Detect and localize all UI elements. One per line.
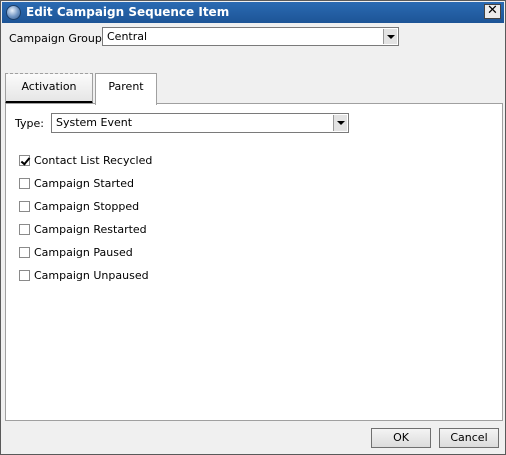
type-label: Type: (15, 117, 44, 130)
tab-activation[interactable]: Activation (5, 73, 93, 104)
campaign-group-label: Campaign Group: (9, 32, 106, 45)
checkbox-campaign-paused[interactable]: Campaign Paused (19, 244, 133, 260)
title-bar[interactable]: Edit Campaign Sequence Item ✕ (2, 2, 504, 23)
checkbox-label: Campaign Paused (34, 245, 133, 259)
type-value: System Event (56, 116, 133, 129)
chevron-down-icon[interactable] (333, 115, 347, 131)
chevron-down-icon[interactable] (383, 29, 397, 44)
checkbox-label: Campaign Unpaused (34, 268, 149, 282)
tab-panel-parent (5, 103, 503, 421)
checkbox-icon[interactable] (19, 154, 30, 166)
close-button[interactable]: ✕ (484, 4, 501, 19)
type-select[interactable]: System Event (51, 113, 349, 133)
campaign-group-select[interactable]: Central (102, 27, 399, 46)
ok-button[interactable]: OK (371, 428, 431, 448)
checkbox-label: Campaign Stopped (34, 199, 140, 213)
checkbox-icon[interactable] (19, 177, 30, 189)
checkbox-label: Campaign Restarted (34, 222, 147, 236)
tab-parent-label: Parent (108, 80, 144, 93)
checkbox-icon[interactable] (19, 200, 30, 212)
campaign-group-value: Central (107, 30, 148, 43)
checkbox-campaign-restarted[interactable]: Campaign Restarted (19, 221, 147, 237)
dialog-window: Edit Campaign Sequence Item ✕ Campaign G… (0, 0, 506, 455)
cancel-button[interactable]: Cancel (439, 428, 499, 448)
dialog-title: Edit Campaign Sequence Item (26, 5, 230, 19)
checkbox-label: Contact List Recycled (34, 153, 153, 167)
globe-icon (6, 5, 21, 20)
tab-parent[interactable]: Parent (95, 73, 157, 105)
checkbox-contact-list-recycled[interactable]: Contact List Recycled (19, 152, 152, 168)
tab-activation-label: Activation (21, 80, 77, 93)
checkbox-icon[interactable] (19, 223, 30, 235)
checkbox-campaign-started[interactable]: Campaign Started (19, 175, 134, 191)
checkbox-icon[interactable] (19, 246, 30, 258)
checkbox-label: Campaign Started (34, 176, 134, 190)
checkbox-icon[interactable] (19, 269, 30, 281)
checkbox-campaign-stopped[interactable]: Campaign Stopped (19, 198, 139, 214)
checkbox-campaign-unpaused[interactable]: Campaign Unpaused (19, 267, 149, 283)
